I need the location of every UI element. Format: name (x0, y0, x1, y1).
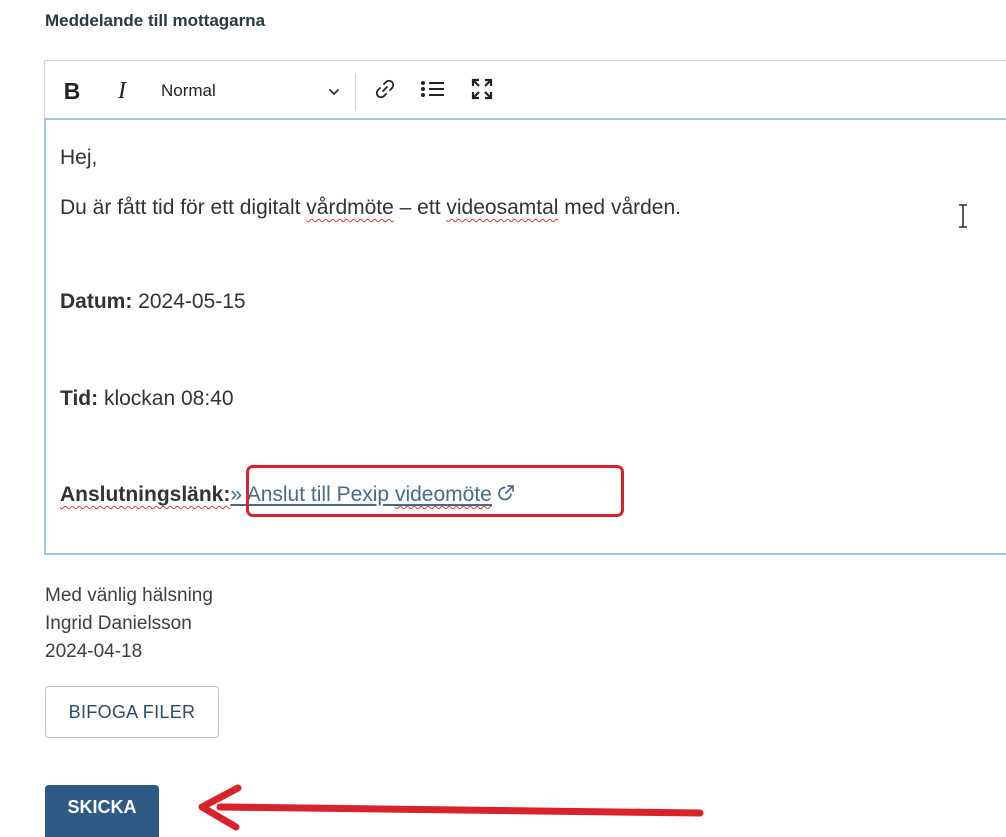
time-line: Tid: klockan 08:40 (60, 387, 234, 411)
join-link-text-part-1: » Anslut till Pexip (230, 483, 395, 506)
chevron-down-icon (327, 84, 341, 104)
pexip-join-link[interactable]: » Anslut till Pexip videomöte (230, 483, 491, 506)
italic-button[interactable]: I (109, 75, 135, 107)
join-link-line: Anslutningslänk:» Anslut till Pexip vide… (60, 483, 516, 509)
bulleted-list-button[interactable] (418, 75, 448, 107)
signature-name: Ingrid Danielsson (45, 613, 192, 634)
date-value: 2024-05-15 (132, 290, 246, 313)
fullscreen-button[interactable] (467, 75, 497, 107)
signature-closing: Med vänlig hälsning (45, 585, 213, 606)
insert-link-button[interactable] (371, 75, 399, 107)
attach-files-button[interactable]: BIFOGA FILER (45, 686, 219, 738)
date-line: Datum: 2024-05-15 (60, 290, 246, 314)
bulleted-list-icon (420, 77, 446, 106)
rich-text-editor: B I Normal Hej, Du är fått tid för ett d… (44, 60, 1006, 555)
intro-text: Du är fått tid för ett digitalt vårdmöte… (60, 196, 681, 220)
editor-toolbar: B I Normal (44, 60, 1006, 120)
time-value: klockan 08:40 (98, 387, 234, 410)
section-title: Meddelande till mottagarna (45, 11, 266, 30)
editor-content-area[interactable]: Hej, Du är fått tid för ett digitalt vår… (44, 118, 1006, 555)
external-link-icon (496, 483, 516, 509)
misspelled-word: videomöte (394, 483, 492, 506)
link-icon (373, 77, 397, 106)
annotation-arrow-icon (190, 782, 710, 836)
misspelled-word: vårdmöte (306, 196, 394, 219)
greeting-text: Hej, (60, 146, 98, 169)
send-button[interactable]: SKICKA (45, 785, 159, 837)
signature-block: Med vänlig hälsning Ingrid Danielsson 20… (45, 582, 213, 666)
intro-part-3: med vården. (558, 196, 681, 219)
misspelled-word: videosamtal (446, 196, 559, 219)
join-link-label: Anslutningslänk: (60, 483, 231, 506)
signature-date: 2024-04-18 (45, 641, 143, 662)
text-format-value: Normal (161, 81, 216, 100)
date-label: Datum: (60, 290, 133, 313)
fullscreen-icon (470, 77, 494, 106)
text-format-select[interactable]: Normal (161, 75, 347, 107)
bold-button[interactable]: B (59, 75, 85, 107)
intro-part-1: Du är fått tid för ett digitalt (60, 196, 307, 219)
toolbar-divider (355, 73, 356, 111)
time-label: Tid: (60, 387, 99, 410)
intro-part-2: – ett (393, 196, 447, 219)
text-cursor-icon (956, 203, 970, 234)
